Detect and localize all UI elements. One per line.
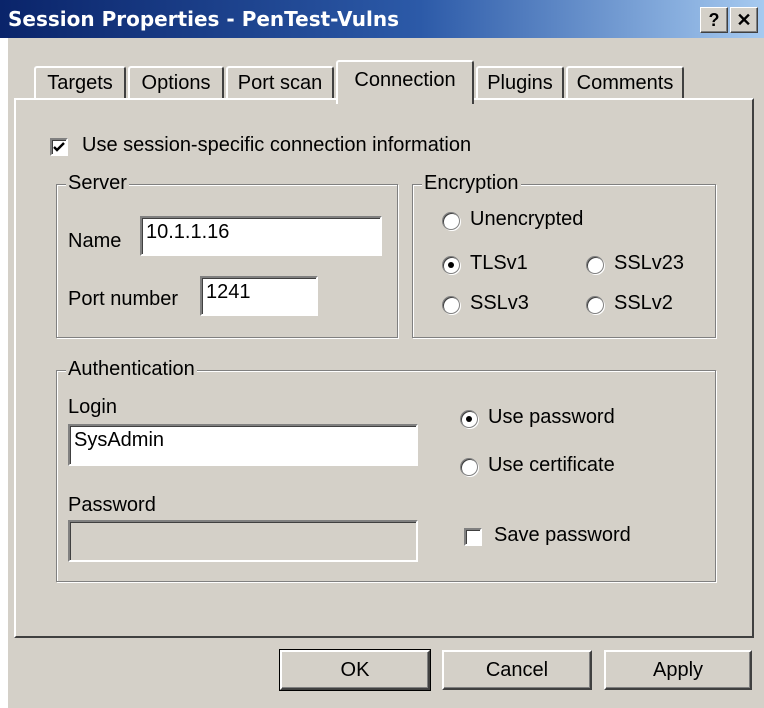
password-label: Password bbox=[68, 494, 156, 516]
ok-button[interactable]: OK bbox=[279, 649, 431, 691]
radio-sslv3[interactable] bbox=[442, 296, 460, 314]
cancel-button[interactable]: Cancel bbox=[442, 650, 592, 690]
save-password-label: Save password bbox=[494, 524, 631, 546]
login-label: Login bbox=[68, 396, 117, 418]
window-title: Session Properties - PenTest-Vulns bbox=[8, 7, 400, 31]
tab-plugins[interactable]: Plugins bbox=[476, 66, 564, 100]
tab-comments[interactable]: Comments bbox=[566, 66, 684, 100]
label-tlsv1: TLSv1 bbox=[470, 252, 528, 274]
help-button[interactable]: ? bbox=[700, 7, 728, 33]
radio-use-certificate[interactable] bbox=[460, 458, 478, 476]
close-button[interactable]: ✕ bbox=[730, 7, 758, 33]
use-session-specific-checkbox[interactable] bbox=[50, 138, 68, 156]
tab-connection[interactable]: Connection bbox=[336, 60, 474, 104]
tab-port-scan[interactable]: Port scan bbox=[226, 66, 334, 100]
checkmark-icon bbox=[53, 142, 65, 152]
label-use-certificate: Use certificate bbox=[488, 454, 615, 476]
tab-options[interactable]: Options bbox=[128, 66, 224, 100]
dialog-body: Targets Options Port scan Connection Plu… bbox=[8, 38, 764, 708]
server-name-label: Name bbox=[68, 230, 122, 252]
apply-button[interactable]: Apply bbox=[604, 650, 752, 690]
port-number-input[interactable]: 1241 bbox=[200, 276, 318, 316]
radio-unencrypted[interactable] bbox=[442, 212, 460, 230]
tab-targets[interactable]: Targets bbox=[34, 66, 126, 100]
port-number-label: Port number bbox=[68, 288, 179, 310]
connection-panel: Use session-specific connection informat… bbox=[14, 98, 754, 638]
authentication-legend: Authentication bbox=[66, 358, 197, 381]
label-sslv23: SSLv23 bbox=[614, 252, 685, 274]
label-use-password: Use password bbox=[488, 406, 615, 428]
label-unencrypted: Unencrypted bbox=[470, 208, 584, 230]
password-input[interactable] bbox=[68, 520, 418, 562]
label-sslv3: SSLv3 bbox=[470, 292, 529, 314]
use-session-specific-label: Use session-specific connection informat… bbox=[82, 134, 472, 156]
save-password-checkbox[interactable] bbox=[464, 528, 482, 546]
radio-sslv2[interactable] bbox=[586, 296, 604, 314]
login-input[interactable]: SysAdmin bbox=[68, 424, 418, 466]
radio-sslv23[interactable] bbox=[586, 256, 604, 274]
title-bar: Session Properties - PenTest-Vulns ? ✕ bbox=[0, 0, 764, 38]
radio-use-password[interactable] bbox=[460, 410, 478, 428]
encryption-legend: Encryption bbox=[422, 172, 521, 195]
server-name-input[interactable]: 10.1.1.16 bbox=[140, 216, 382, 256]
radio-tlsv1[interactable] bbox=[442, 256, 460, 274]
server-legend: Server bbox=[66, 172, 129, 195]
label-sslv2: SSLv2 bbox=[614, 292, 673, 314]
